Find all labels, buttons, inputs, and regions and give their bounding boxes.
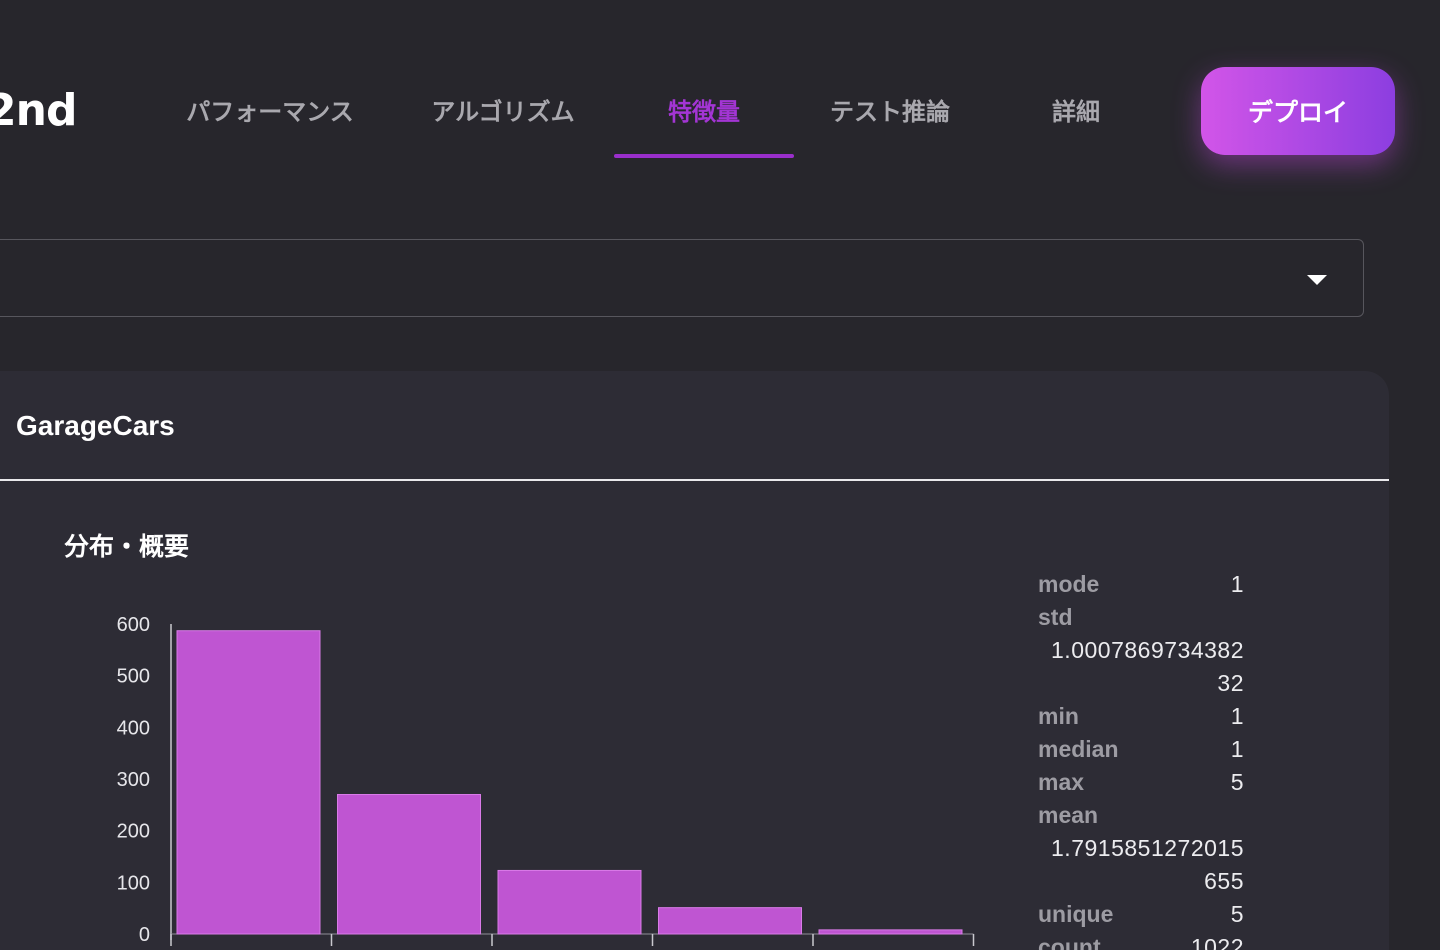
stat-row-min: min 1	[1038, 700, 1244, 733]
y-tick-label: 0	[139, 924, 150, 946]
active-tab-indicator	[614, 154, 794, 158]
y-tick-label: 100	[117, 872, 150, 894]
card-divider	[0, 479, 1389, 481]
stat-key: mean	[1038, 802, 1099, 828]
tab-details[interactable]: 詳細	[1036, 92, 1116, 132]
stat-key: unique	[1038, 901, 1114, 927]
stat-key: min	[1038, 703, 1079, 729]
histogram-bar	[337, 794, 481, 935]
y-tick-label: 300	[117, 769, 150, 791]
stat-key: max	[1038, 769, 1085, 795]
caret-down-icon[interactable]	[1307, 275, 1327, 285]
tab-algorithm[interactable]: アルゴリズム	[420, 92, 586, 132]
stat-row-mode: mode 1	[1038, 568, 1244, 601]
stat-row-unique: unique 5	[1038, 898, 1244, 931]
feature-select[interactable]	[0, 239, 1364, 317]
histogram-bar	[497, 869, 642, 935]
app-root: 2nd パフォーマンス アルゴリズム 特徴量 テスト推論 詳細 デプロイ Gar…	[0, 0, 1440, 950]
stat-row-median: median 1	[1038, 733, 1244, 766]
histogram-bar	[176, 630, 321, 935]
distribution-section-title: 分布・概要	[64, 532, 190, 561]
stat-key: std	[1038, 604, 1073, 630]
distribution-histogram: 0 100 200 300 400 500 600	[117, 614, 975, 946]
summary-stats: mode 1 std 1.000786973438232 min 1 media…	[1038, 568, 1244, 950]
stat-row-std: std 1.000786973438232	[1038, 601, 1244, 700]
histogram-bar	[658, 907, 802, 935]
y-tick-label: 400	[117, 717, 150, 739]
stat-row-max: max 5	[1038, 766, 1244, 799]
y-tick-label: 500	[117, 666, 150, 688]
tab-performance[interactable]: パフォーマンス	[178, 92, 362, 132]
histogram-bar	[818, 929, 963, 935]
y-tick-label: 200	[117, 821, 150, 843]
stat-key: mode	[1038, 571, 1100, 597]
y-tick-label: 600	[117, 614, 150, 636]
stat-key: median	[1038, 736, 1119, 762]
tab-test-inference[interactable]: テスト推論	[822, 92, 958, 132]
stat-row-mean: mean 1.7915851272015655	[1038, 799, 1244, 898]
feature-card-title: GarageCars	[16, 410, 175, 441]
top-bar: 2nd パフォーマンス アルゴリズム 特徴量 テスト推論 詳細 デプロイ	[0, 0, 1440, 165]
deploy-button[interactable]: デプロイ	[1201, 67, 1395, 155]
tab-features[interactable]: 特徴量	[614, 92, 794, 132]
stat-key: count	[1038, 934, 1101, 950]
app-title: 2nd	[0, 85, 77, 136]
stat-row-count: count 1022	[1038, 931, 1244, 950]
